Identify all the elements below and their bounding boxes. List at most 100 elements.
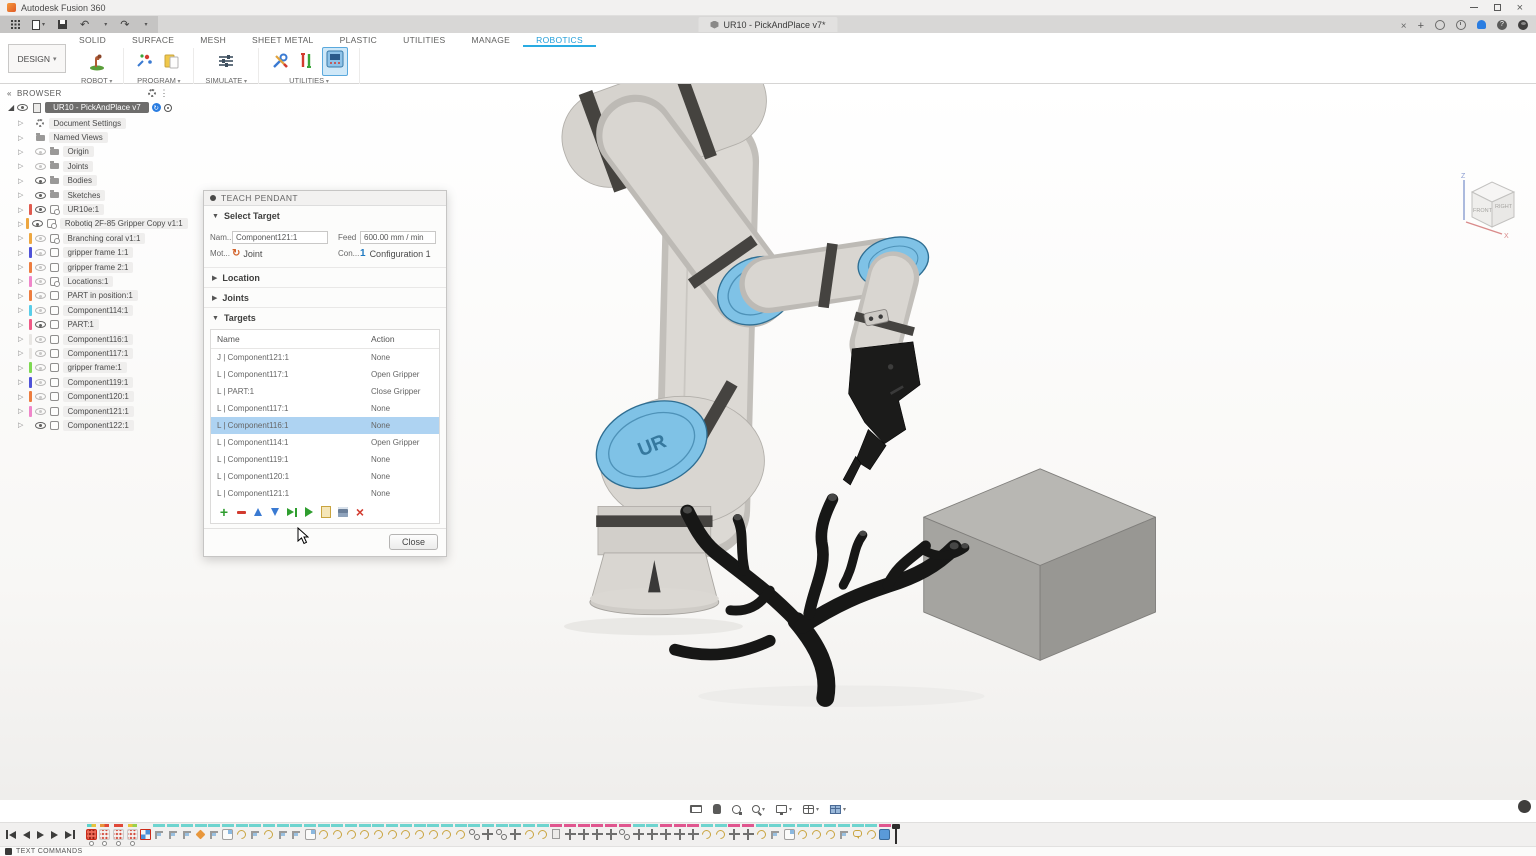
- timeline-feature-move-icon[interactable]: [605, 823, 618, 840]
- timeline-feature-compblue-icon[interactable]: [878, 823, 891, 840]
- timeline-feature-link-icon[interactable]: [618, 823, 631, 840]
- extensions-icon[interactable]: [1435, 19, 1445, 30]
- pan-hand-icon[interactable]: [712, 804, 721, 814]
- browser-item[interactable]: ▷ gripper frame 1:1: [3, 246, 173, 260]
- browser-item[interactable]: ▷ Component122:1: [3, 418, 173, 432]
- undo-icon[interactable]: [80, 18, 89, 31]
- section-joints[interactable]: ▶ Joints: [204, 287, 446, 307]
- timeline-feature-joint-icon[interactable]: [112, 823, 124, 846]
- timeline-feature-flag-icon[interactable]: [290, 823, 303, 839]
- timeline-feature-circ-icon[interactable]: [755, 823, 769, 841]
- timeline-feature-move-icon[interactable]: [742, 823, 754, 840]
- undo-menu-caret-icon[interactable]: ▾: [104, 21, 107, 28]
- visibility-eye-icon[interactable]: [34, 249, 46, 257]
- browser-item[interactable]: ▷ Bodies: [3, 174, 173, 188]
- timeline-feature-circ-icon[interactable]: [440, 823, 454, 841]
- teach-pendant-dialog[interactable]: TEACH PENDANT ▼ Select Target Nam... Com…: [203, 190, 447, 557]
- sync-status-icon[interactable]: [151, 103, 161, 112]
- browser-item[interactable]: ▷ Document Settings: [3, 116, 173, 130]
- timeline-feature-chat-icon[interactable]: [851, 823, 864, 839]
- visibility-eye-icon[interactable]: [34, 263, 46, 271]
- teach-pendant-button[interactable]: [322, 46, 348, 76]
- expand-caret-icon[interactable]: ▷: [18, 162, 26, 170]
- timeline-feature-flag-icon[interactable]: [153, 823, 166, 839]
- program-doc-icon[interactable]: [162, 51, 182, 71]
- target-row[interactable]: L | Component117:1 Open Gripper: [211, 366, 439, 383]
- collapse-panel-icon[interactable]: «: [7, 89, 12, 98]
- save-targets-icon[interactable]: [337, 506, 349, 518]
- browser-item[interactable]: ▷ gripper frame:1: [3, 361, 173, 375]
- focus-target-icon[interactable]: [163, 103, 172, 112]
- expand-caret-icon[interactable]: ▷: [18, 119, 26, 127]
- section-select-target[interactable]: ▼ Select Target: [204, 206, 446, 225]
- visibility-eye-icon[interactable]: [34, 407, 46, 415]
- visibility-eye-icon[interactable]: [34, 421, 46, 429]
- timeline-feature-circ-icon[interactable]: [344, 823, 358, 841]
- timeline-feature-link-icon[interactable]: [495, 823, 508, 840]
- go-to-end-icon[interactable]: [65, 830, 75, 839]
- timeline-feature-flag-icon[interactable]: [167, 823, 180, 839]
- root-visibility-eye-icon[interactable]: [17, 104, 29, 111]
- timeline-feature-circ-icon[interactable]: [864, 823, 878, 841]
- new-tab-icon[interactable]: [1418, 16, 1424, 34]
- timeline-feature-flag-icon[interactable]: [769, 823, 782, 839]
- expand-caret-icon[interactable]: ▷: [18, 134, 26, 142]
- expand-caret-icon[interactable]: ▷: [18, 249, 26, 257]
- browser-item[interactable]: ▷ Robotiq 2F-85 Gripper Copy v1:1: [3, 217, 188, 231]
- browser-item[interactable]: ▷ Locations:1: [3, 274, 173, 288]
- expand-caret-icon[interactable]: ▷: [18, 263, 26, 271]
- timeline-feature-flag-icon[interactable]: [249, 823, 262, 839]
- visibility-eye-icon[interactable]: [34, 364, 46, 372]
- timeline-feature-circ-icon[interactable]: [358, 823, 372, 841]
- close-window-icon[interactable]: [1517, 4, 1523, 12]
- ribbon-tab-solid[interactable]: SOLID: [66, 34, 119, 47]
- timeline-feature-move-icon[interactable]: [646, 823, 659, 840]
- browser-item[interactable]: ▷ Component120:1: [3, 389, 173, 403]
- display-settings-icon[interactable]: ▾: [775, 805, 792, 815]
- visibility-eye-icon[interactable]: [34, 206, 46, 214]
- browser-item[interactable]: ▷ Component119:1: [3, 375, 173, 389]
- ribbon-tab-sheet-metal[interactable]: SHEET METAL: [239, 34, 327, 47]
- expand-caret-icon[interactable]: ▷: [18, 191, 26, 199]
- notifications-bell-icon[interactable]: [1477, 20, 1486, 29]
- expand-caret-icon[interactable]: ▷: [18, 335, 26, 343]
- timeline-feature-circ-icon[interactable]: [331, 823, 344, 841]
- motion-type-value[interactable]: Joint: [243, 249, 262, 259]
- timeline-feature-circ-icon[interactable]: [536, 823, 550, 841]
- visibility-eye-icon[interactable]: [34, 335, 46, 343]
- expand-caret-icon[interactable]: ▷: [18, 306, 26, 314]
- timeline-feature-circ-icon[interactable]: [810, 823, 823, 841]
- close-button[interactable]: Close: [388, 534, 438, 550]
- section-location[interactable]: ▶ Location: [204, 267, 446, 287]
- section-targets[interactable]: ▼ Targets: [204, 307, 446, 327]
- expand-caret-icon[interactable]: ▷: [18, 220, 23, 228]
- configuration-value[interactable]: Configuration 1: [370, 249, 431, 259]
- ribbon-tab-manage[interactable]: MANAGE: [459, 34, 524, 47]
- feed-rate-input[interactable]: 600.00 mm / min: [360, 231, 436, 244]
- expand-caret-icon[interactable]: ▷: [18, 321, 26, 329]
- browser-item[interactable]: ▷ PART:1: [3, 317, 173, 331]
- timeline-feature-doc-icon[interactable]: [550, 823, 563, 839]
- viewports-icon[interactable]: ▾: [830, 804, 846, 814]
- visibility-eye-icon[interactable]: [34, 234, 46, 242]
- timeline-feature-flag-icon[interactable]: [208, 823, 221, 839]
- target-row[interactable]: L | Component116:1 None: [211, 417, 439, 434]
- profile-avatar-icon[interactable]: [1518, 19, 1528, 30]
- expand-caret-icon[interactable]: ▷: [18, 206, 26, 214]
- timeline-feature-move-icon[interactable]: [687, 823, 700, 840]
- text-commands-label[interactable]: TEXT COMMANDS: [16, 848, 83, 855]
- timeline-feature-circ-icon[interactable]: [700, 823, 714, 841]
- visibility-eye-icon[interactable]: [34, 393, 46, 401]
- redo-menu-caret-icon[interactable]: ▾: [144, 21, 147, 28]
- timeline-feature-move-icon[interactable]: [673, 823, 686, 840]
- view-cube[interactable]: Z X FRONT RIGHT: [1448, 170, 1528, 242]
- visibility-eye-icon[interactable]: [34, 177, 46, 185]
- move-target-up-icon[interactable]: [252, 506, 264, 518]
- copy-target-icon[interactable]: [320, 506, 332, 518]
- timeline-playhead[interactable]: [892, 823, 900, 844]
- timeline-feature-circ-icon[interactable]: [426, 823, 440, 841]
- browser-item[interactable]: ▷ PART in position:1: [3, 289, 173, 303]
- browser-item[interactable]: ▷ Component121:1: [3, 404, 173, 418]
- timeline-feature-move-icon[interactable]: [509, 823, 522, 840]
- timeline-feature-circ-icon[interactable]: [454, 823, 467, 841]
